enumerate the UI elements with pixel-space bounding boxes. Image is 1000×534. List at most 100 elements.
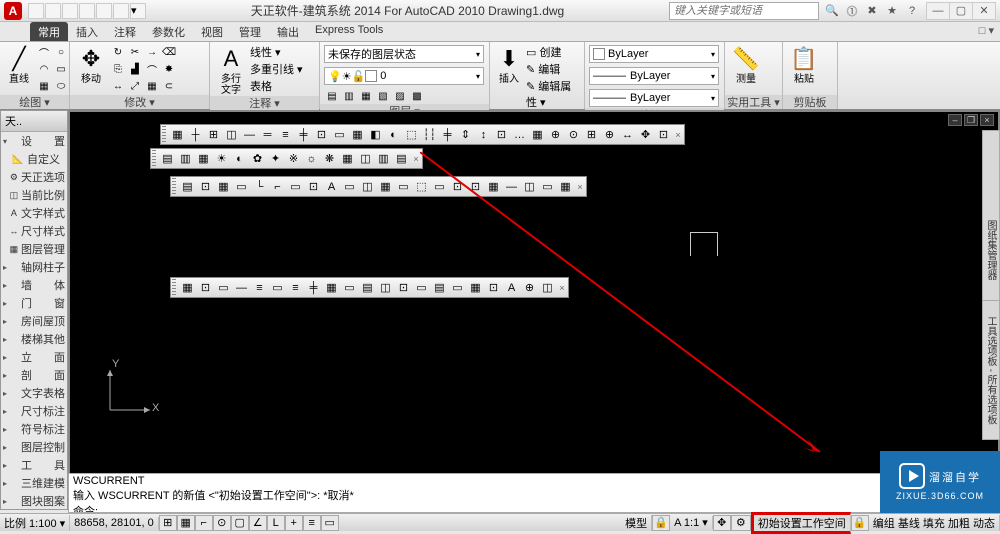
- toolbar-button-icon[interactable]: ◐: [231, 150, 248, 167]
- toolbar-button-icon[interactable]: ▭: [449, 279, 466, 296]
- color-combo[interactable]: ByLayer▾: [589, 45, 719, 63]
- toolbar-button-icon[interactable]: ▦: [323, 279, 340, 296]
- otrack-icon[interactable]: ∠: [249, 515, 267, 531]
- help-search-input[interactable]: [669, 2, 819, 20]
- layer-tool4-icon[interactable]: ▧: [375, 88, 391, 104]
- palette-item[interactable]: ▸门 窗: [1, 294, 67, 312]
- explode-icon[interactable]: ✸: [161, 61, 177, 77]
- toolbar-button-icon[interactable]: ▤: [359, 279, 376, 296]
- layer-tool6-icon[interactable]: ▩: [409, 88, 425, 104]
- toolbar-button-icon[interactable]: ⊡: [197, 178, 214, 195]
- layer-tool3-icon[interactable]: ▦: [358, 88, 374, 104]
- palette-item[interactable]: ▸房间屋顶: [1, 312, 67, 330]
- move-button[interactable]: ✥移动: [74, 44, 108, 85]
- palette-item[interactable]: ▸三维建模: [1, 474, 67, 492]
- toolbar-button-icon[interactable]: …: [511, 126, 528, 143]
- toolbar-button-icon[interactable]: ⊡: [313, 126, 330, 143]
- floating-toolbar-3[interactable]: ▤⊡▦▭└⌐▭⊡A▭◫▦▭⬚▭⊡⊡▦—◫▭▦×: [170, 176, 587, 197]
- subscription-icon[interactable]: ⓵: [843, 2, 861, 20]
- circle-icon[interactable]: ○: [53, 44, 69, 60]
- toolbar-button-icon[interactable]: ☼: [303, 150, 320, 167]
- extend-icon[interactable]: →: [144, 44, 160, 60]
- dim-linear-button[interactable]: 线性 ▾: [250, 44, 303, 60]
- toolbar-button-icon[interactable]: ▦: [377, 178, 394, 195]
- copy-icon[interactable]: ⎘: [110, 61, 126, 77]
- mirror-icon[interactable]: ▟: [127, 61, 143, 77]
- tab-annotate[interactable]: 注释: [106, 22, 144, 41]
- toolbar-button-icon[interactable]: └: [251, 178, 268, 195]
- toolbar-button-icon[interactable]: ↕: [475, 126, 492, 143]
- toolbar-button-icon[interactable]: ▦: [215, 178, 232, 195]
- scale-control[interactable]: 比例 1:100 ▾: [0, 515, 70, 531]
- palette-item[interactable]: ▸文字表格: [1, 384, 67, 402]
- erase-icon[interactable]: ⌫: [161, 44, 177, 60]
- edit-attr-button[interactable]: ✎ 编辑属性 ▾: [526, 78, 580, 110]
- paste-button[interactable]: 📋粘贴: [787, 44, 821, 85]
- toolbar-button-icon[interactable]: ▤: [393, 150, 410, 167]
- toolbar-close-icon[interactable]: ×: [673, 126, 683, 143]
- stretch-icon[interactable]: ↔: [110, 78, 126, 94]
- grip-icon[interactable]: [172, 178, 176, 195]
- ducs-icon[interactable]: L: [267, 515, 285, 531]
- grip-icon[interactable]: [152, 150, 156, 167]
- grid-icon[interactable]: ▦: [177, 515, 195, 531]
- toolbar-button-icon[interactable]: ▭: [539, 178, 556, 195]
- offset-icon[interactable]: ⊂: [161, 78, 177, 94]
- toolbar-button-icon[interactable]: ≡: [251, 279, 268, 296]
- toolbar-button-icon[interactable]: ✦: [267, 150, 284, 167]
- toolbar-button-icon[interactable]: ◫: [377, 279, 394, 296]
- mtext-button[interactable]: A多行 文字: [214, 44, 248, 96]
- toolbar-button-icon[interactable]: ⌐: [269, 178, 286, 195]
- toolbar-button-icon[interactable]: ▦: [169, 126, 186, 143]
- toolbar-button-icon[interactable]: ◫: [539, 279, 556, 296]
- doc-restore-icon[interactable]: ❐: [964, 114, 978, 126]
- palette-item[interactable]: ◫当前比例: [1, 186, 67, 204]
- toolbar-button-icon[interactable]: ▦: [467, 279, 484, 296]
- workspace-switcher[interactable]: 初始设置工作空间: [751, 512, 851, 534]
- snap-icon[interactable]: ⊞: [159, 515, 177, 531]
- measure-button[interactable]: 📏测量: [729, 44, 763, 85]
- palette-item[interactable]: ▸尺寸标注: [1, 402, 67, 420]
- anno-scale[interactable]: A 1:1 ▾: [670, 516, 713, 529]
- toolbar-button-icon[interactable]: ❋: [321, 150, 338, 167]
- scale-icon[interactable]: ⤢: [127, 78, 143, 94]
- palette-item[interactable]: ▸墙 体: [1, 276, 67, 294]
- linetype-combo[interactable]: ———ByLayer▾: [589, 89, 719, 107]
- toolbar-button-icon[interactable]: ☀: [213, 150, 230, 167]
- minimize-icon[interactable]: —: [926, 2, 950, 20]
- toolbar-button-icon[interactable]: ▦: [179, 279, 196, 296]
- toolbar-button-icon[interactable]: ▦: [195, 150, 212, 167]
- toolbar-button-icon[interactable]: ⇕: [457, 126, 474, 143]
- toolbar-button-icon[interactable]: ⊕: [547, 126, 564, 143]
- toolbar-button-icon[interactable]: ⊞: [205, 126, 222, 143]
- toolbar-button-icon[interactable]: ▭: [269, 279, 286, 296]
- toolbar-button-icon[interactable]: ╪: [439, 126, 456, 143]
- toolbar-button-icon[interactable]: ⊡: [449, 178, 466, 195]
- exchange-icon[interactable]: ✖: [863, 2, 881, 20]
- palette-item[interactable]: ▸轴网柱子: [1, 258, 67, 276]
- toolbar-button-icon[interactable]: ▭: [233, 178, 250, 195]
- toolbar-button-icon[interactable]: ▥: [177, 150, 194, 167]
- toolbar-button-icon[interactable]: ▤: [159, 150, 176, 167]
- toolbar-button-icon[interactable]: —: [241, 126, 258, 143]
- palette-item[interactable]: ▸立 面: [1, 348, 67, 366]
- toolbar-button-icon[interactable]: ◫: [521, 178, 538, 195]
- toolbar-button-icon[interactable]: ⊡: [493, 126, 510, 143]
- annovis-icon[interactable]: ✥: [713, 515, 731, 531]
- toolbar-button-icon[interactable]: ◐: [385, 126, 402, 143]
- tab-insert[interactable]: 插入: [68, 22, 106, 41]
- tab-home[interactable]: 常用: [30, 22, 68, 41]
- toolbar-button-icon[interactable]: ┆┆: [421, 126, 438, 143]
- workspace-gear-icon[interactable]: ⚙: [731, 515, 751, 531]
- dyn-icon[interactable]: +: [285, 515, 303, 531]
- toolbar-button-icon[interactable]: ◧: [367, 126, 384, 143]
- trim-icon[interactable]: ✂: [127, 44, 143, 60]
- app-menu-icon[interactable]: A: [4, 2, 22, 20]
- doc-minimize-icon[interactable]: –: [948, 114, 962, 126]
- qat-print-icon[interactable]: [113, 3, 129, 19]
- polyline-icon[interactable]: ⌒: [36, 44, 52, 60]
- toolbar-button-icon[interactable]: ▭: [395, 178, 412, 195]
- toolbar-button-icon[interactable]: ┼: [187, 126, 204, 143]
- create-block-button[interactable]: ▭ 创建: [526, 44, 580, 60]
- toolpalette-panel-tab[interactable]: 工具选项板 - 所有选项板: [982, 300, 1000, 440]
